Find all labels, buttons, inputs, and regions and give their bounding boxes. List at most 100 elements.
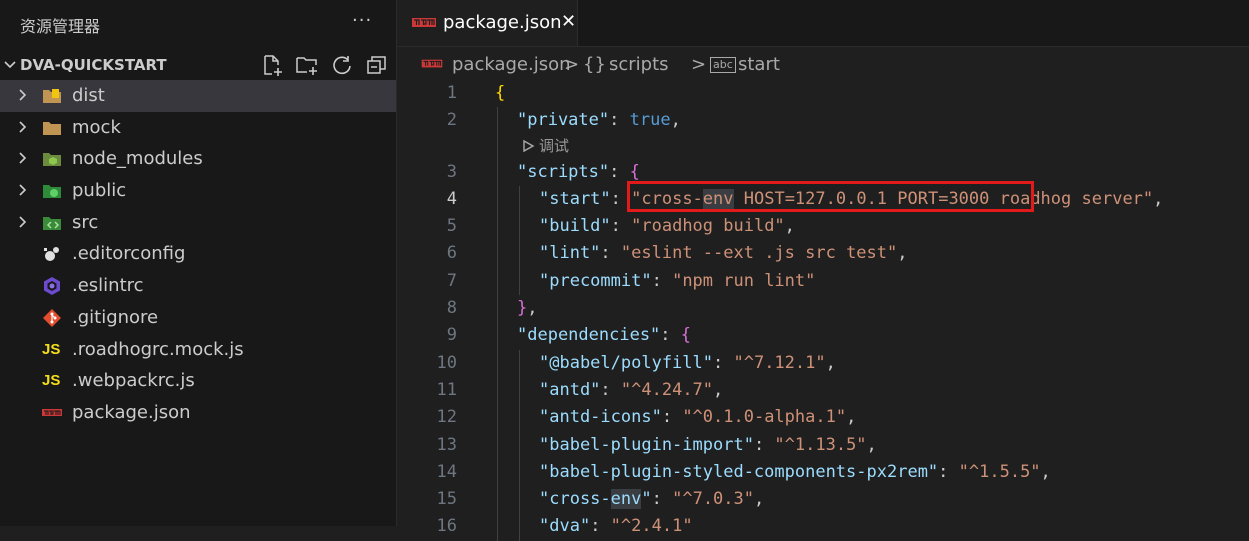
javascript-icon: JS <box>42 372 61 390</box>
tree-item-package-json[interactable]: package.json <box>0 397 396 429</box>
code-content: "dva": "^2.4.1" <box>539 516 693 536</box>
code-token: "private" <box>517 110 610 131</box>
tree-item-dist[interactable]: dist <box>0 80 396 112</box>
code-line[interactable]: 16 "dva": "^2.4.1" <box>397 513 1249 541</box>
indent-guide <box>519 240 520 268</box>
indent-guide <box>497 158 498 186</box>
code-content: "dependencies": { <box>517 325 691 345</box>
file-tree: dist mock node_modules public src .edito… <box>0 80 397 429</box>
code-line[interactable]: 11 "antd": "^4.24.7", <box>397 376 1249 405</box>
new-folder-icon[interactable] <box>295 53 319 77</box>
explorer-title: 资源管理器 <box>20 17 101 36</box>
breadcrumb-start[interactable]: start <box>738 54 780 75</box>
code-line[interactable]: 9 "dependencies": { <box>397 322 1249 350</box>
tree-item-src[interactable]: src <box>0 207 396 239</box>
code-token: "^4.24.7" <box>620 379 714 400</box>
tree-item-gitignore[interactable]: .gitignore <box>0 302 396 334</box>
code-line[interactable]: 10 "@babel/polyfill": "^7.12.1", <box>397 349 1249 377</box>
code-line[interactable]: 7 "precommit": "npm run lint" <box>397 267 1249 296</box>
play-icon <box>523 139 535 152</box>
code-token: "roadhog build" <box>631 216 785 237</box>
code-token: "dependencies" <box>517 325 661 346</box>
code-token: "start" <box>539 188 611 209</box>
tree-item-webpackrc-js[interactable]: JS .webpackrc.js <box>0 365 396 397</box>
indent-guide <box>497 185 498 214</box>
tree-item-label: node_modules <box>72 148 203 170</box>
code-token: "^7.0.3" <box>672 489 754 510</box>
line-number: 3 <box>446 161 457 182</box>
code-line[interactable]: 2 "private": true, <box>397 107 1249 135</box>
code-token: : <box>610 216 632 237</box>
code-content: }, <box>517 298 538 318</box>
indent-guide <box>497 431 498 459</box>
code-line[interactable]: 8}, <box>397 295 1249 323</box>
refresh-icon[interactable] <box>330 53 354 77</box>
folder-src-icon <box>43 216 61 230</box>
tree-item-label: mock <box>72 116 121 138</box>
tree-item-label: dist <box>72 85 105 106</box>
collapse-all-icon[interactable] <box>365 53 389 77</box>
line-number: 15 <box>436 489 457 510</box>
code-token: "build" <box>539 216 611 237</box>
tree-item-mock[interactable]: mock <box>0 112 396 144</box>
new-file-icon[interactable] <box>260 53 284 77</box>
indent-guide <box>519 267 520 296</box>
tree-item-eslintrc[interactable]: .eslintrc <box>0 270 396 302</box>
code-line[interactable]: 5 "build": "roadhog build", <box>397 213 1249 241</box>
indent-guide <box>519 458 520 487</box>
git-icon <box>43 308 61 327</box>
code-editor[interactable]: 1{2 "private": true, 调试 3 "scripts": {4 "star… <box>397 80 1249 541</box>
code-line[interactable]: 12 "antd-icons": "^0.1.0-alpha.1", <box>397 404 1249 432</box>
indent-guide <box>519 513 520 541</box>
code-line[interactable]: 14 "babel-plugin-styled-components-px2rem… <box>397 458 1249 487</box>
line-number: 1 <box>446 83 457 103</box>
code-token: , <box>846 407 857 428</box>
tab-package-json[interactable]: package.json ✕ <box>397 0 578 46</box>
code-line[interactable]: 6 "lint": "eslint --ext .js src test", <box>397 240 1249 268</box>
debug-label: 调试 <box>539 136 570 155</box>
chevron-right-icon <box>19 216 27 228</box>
code-content: "babel-plugin-import": "^1.13.5", <box>539 435 877 455</box>
line-number: 13 <box>436 434 457 455</box>
javascript-icon: JS <box>42 340 61 358</box>
line-number: 6 <box>446 243 457 264</box>
code-token: "eslint --ext .js src test" <box>620 243 898 264</box>
tree-item-node-modules[interactable]: node_modules <box>0 143 396 175</box>
indent-guide <box>497 376 498 405</box>
chevron-right-icon <box>19 184 27 196</box>
code-token: : <box>600 379 621 400</box>
code-token: "babel-plugin-styled-components-px2rem" <box>539 461 939 482</box>
code-token: , <box>1153 188 1164 209</box>
code-content: "build": "roadhog build", <box>539 216 795 236</box>
codelens-row: 调试 <box>397 134 1249 159</box>
debug-codelens[interactable]: 调试 <box>521 135 569 157</box>
line-number: 12 <box>436 407 457 428</box>
close-icon[interactable]: ✕ <box>561 13 576 31</box>
project-header[interactable]: DVA-QUICKSTART <box>0 50 397 80</box>
code-line[interactable]: 15 "cross-env": "^7.0.3", <box>397 486 1249 514</box>
line-number: 7 <box>446 270 457 291</box>
code-token: , <box>713 379 724 400</box>
indent-guide <box>497 349 498 377</box>
code-content: "scripts": { <box>517 162 640 182</box>
tree-item-roadhogrc-mock-js[interactable]: JS .roadhogrc.mock.js <box>0 334 396 366</box>
code-token: "^1.13.5" <box>774 434 867 455</box>
line-number: 2 <box>446 110 457 131</box>
code-content: "antd-icons": "^0.1.0-alpha.1", <box>539 407 856 427</box>
line-number: 5 <box>446 216 457 237</box>
more-actions-icon[interactable]: ··· <box>352 10 372 31</box>
code-token: , <box>670 110 681 131</box>
tree-item-label: package.json <box>72 401 191 423</box>
code-content: "@babel/polyfill": "^7.12.1", <box>539 353 836 373</box>
tree-item-public[interactable]: public <box>0 175 396 207</box>
code-token: { <box>629 161 640 182</box>
breadcrumb-file[interactable]: package.json <box>452 54 571 75</box>
code-token: "precommit" <box>539 270 652 291</box>
indent-guide <box>519 376 520 405</box>
breadcrumb-scripts[interactable]: scripts <box>609 54 669 75</box>
indent-guide <box>519 404 520 432</box>
code-line[interactable]: 13 "babel-plugin-import": "^1.13.5", <box>397 431 1249 459</box>
tree-item-editorconfig[interactable]: .editorconfig <box>0 238 396 270</box>
code-line[interactable]: 1{ <box>397 80 1249 107</box>
npm-icon <box>421 59 443 68</box>
